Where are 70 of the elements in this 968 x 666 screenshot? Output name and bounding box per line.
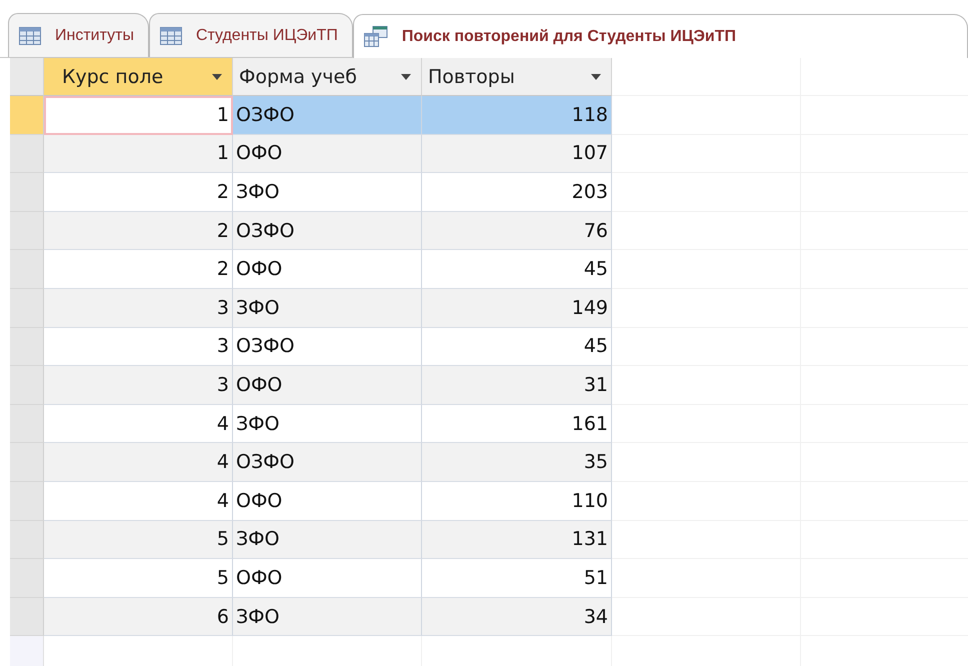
document-tab[interactable]: Поиск повторений для Студенты ИЦЭиТП [352,14,968,58]
table-cell: ОЗФО [233,96,422,135]
table-cell: 5 [44,520,233,560]
table-icon [160,26,182,44]
table-cell: 3 [44,328,233,366]
record-selector[interactable] [10,134,44,174]
record-selector[interactable] [10,598,44,636]
table-cell: 149 [422,288,612,328]
select-all-corner[interactable] [10,58,44,96]
new-record-selector[interactable] [10,636,44,666]
table-cell: 110 [422,482,612,521]
table-cell: ОЗФО [233,443,422,482]
table-cell: ОЗФО [233,212,422,250]
table-cell: 31 [422,366,612,405]
table-cell: 3 [44,288,233,328]
record-selector[interactable] [10,288,44,328]
column-header[interactable]: Курс поле [44,58,233,96]
table-cell: 161 [422,404,612,444]
dropdown-arrow-icon[interactable] [212,74,222,80]
table-cell: 2 [44,173,233,212]
dropdown-arrow-icon[interactable] [591,74,601,80]
table-cell: 4 [44,443,233,482]
table-cell: 4 [44,404,233,444]
record-selector[interactable] [10,520,44,560]
table-cell: 107 [422,134,612,174]
table-cell: 131 [422,520,612,560]
table-cell: 76 [422,212,612,250]
table-cell: ЗФО [233,173,422,212]
table-cell: 2 [44,212,233,250]
table-cell: 45 [422,250,612,289]
table-cell: 2 [44,250,233,289]
table-cell: ЗФО [233,520,422,560]
table-icon [19,26,41,44]
record-selector[interactable] [10,250,44,289]
table-cell: 118 [422,96,612,135]
record-selector[interactable] [10,328,44,366]
table-cell: 51 [422,559,612,598]
table-cell: ЗФО [233,288,422,328]
table-cell: ЗФО [233,404,422,444]
record-selector[interactable] [10,443,44,482]
column-header[interactable]: Форма учеб [233,58,422,96]
table-cell: 1 [44,96,233,135]
table-cell: 1 [44,134,233,174]
query-icon [364,26,388,48]
table-cell: 34 [422,598,612,636]
record-selector[interactable] [10,366,44,405]
record-selector[interactable] [10,96,44,135]
table-cell: 3 [44,366,233,405]
table-cell: 35 [422,443,612,482]
table-cell: ОЗФО [233,328,422,366]
table-cell: 5 [44,559,233,598]
record-selector[interactable] [10,212,44,250]
table-cell: 203 [422,173,612,212]
table-cell: 45 [422,328,612,366]
table-cell: ОФО [233,134,422,174]
document-tab[interactable]: Институты [8,13,149,57]
table-cell: ЗФО [233,598,422,636]
record-selector[interactable] [10,404,44,444]
table-cell: 4 [44,482,233,521]
record-selector[interactable] [10,559,44,598]
table-cell: 6 [44,598,233,636]
table-cell: ОФО [233,482,422,521]
table-cell: ОФО [233,559,422,598]
document-tab[interactable]: Студенты ИЦЭиТП [148,13,353,57]
table-cell: ОФО [233,250,422,289]
table-cell: ОФО [233,366,422,405]
column-header[interactable]: Повторы [422,58,612,96]
record-selector[interactable] [10,482,44,521]
dropdown-arrow-icon[interactable] [401,74,411,80]
record-selector[interactable] [10,173,44,212]
